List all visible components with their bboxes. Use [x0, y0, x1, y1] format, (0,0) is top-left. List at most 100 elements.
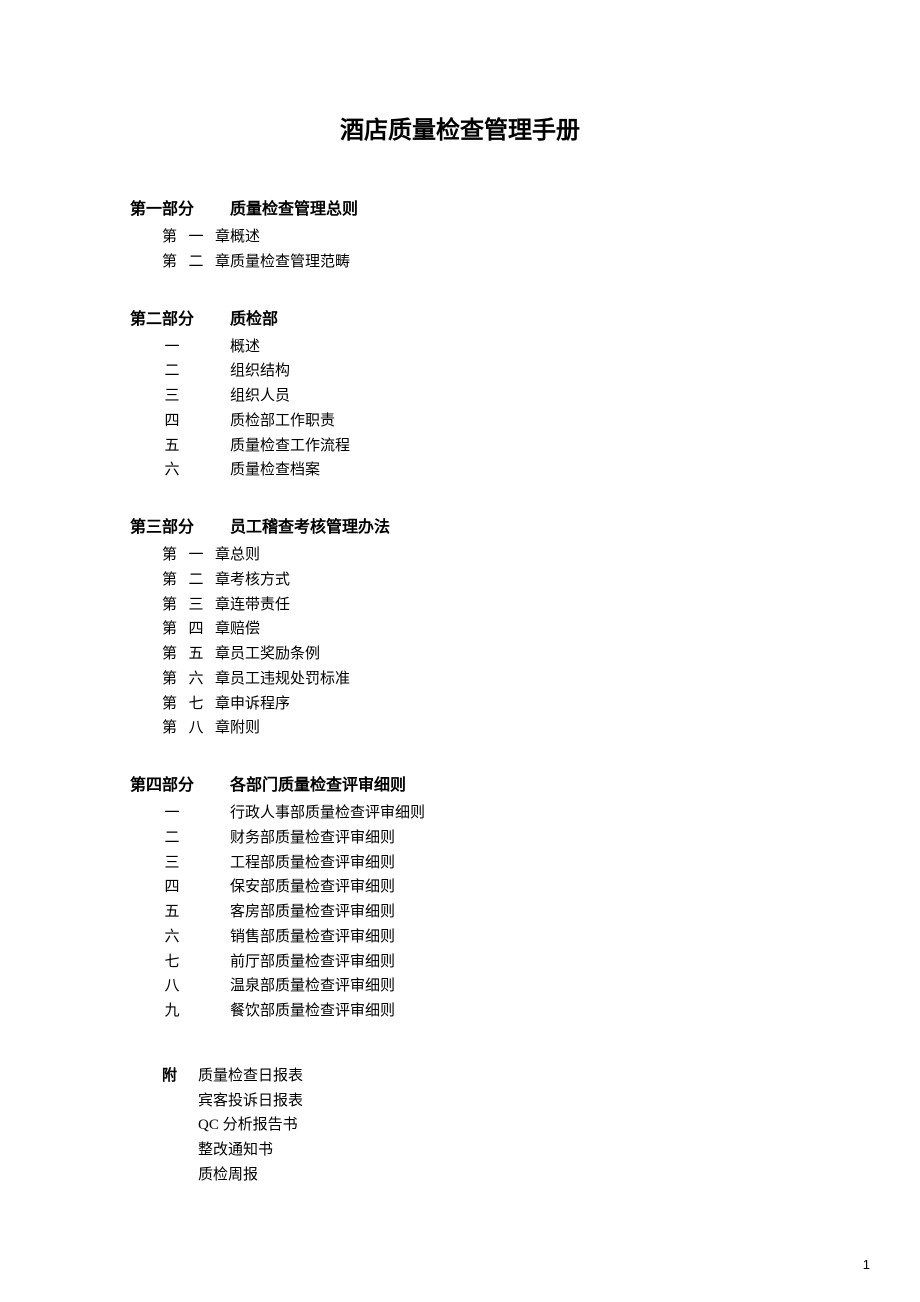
toc-item-label: 四 [162, 409, 182, 434]
toc-item-label: 二 [162, 826, 182, 851]
toc-item: 第一章概述 [130, 225, 790, 250]
toc-item-label: 六 [162, 925, 182, 950]
toc-item-text: 销售部质量检查评审细则 [230, 925, 790, 950]
toc-item-label: 四 [162, 875, 182, 900]
toc-item-text: 质量检查档案 [230, 458, 790, 483]
toc-item-label: 一 [162, 335, 182, 360]
toc-item: 八 温泉部质量检查评审细则 [130, 974, 790, 999]
toc-item: 二 组织结构 [130, 359, 790, 384]
toc-item-text: 前厅部质量检查评审细则 [230, 950, 790, 975]
toc-item: 一 行政人事部质量检查评审细则 [130, 801, 790, 826]
appendix-item: 质检周报 [130, 1163, 790, 1188]
appendix-item: 宾客投诉日报表 [130, 1089, 790, 1114]
toc-item-label: 第六章 [162, 667, 230, 692]
toc-item: 五客房部质量检查评审细则 [130, 900, 790, 925]
toc-item: 六 销售部质量检查评审细则 [130, 925, 790, 950]
toc-item-label: 七 [162, 950, 182, 975]
toc-item-label: 一 [162, 801, 182, 826]
toc-item: 第二章质量检查管理范畴 [130, 250, 790, 275]
toc-item-text: 概述 [230, 335, 790, 360]
toc-item: 五 质量检查工作流程 [130, 434, 790, 459]
toc-item-label: 第一章 [162, 225, 230, 250]
toc-item: 第八章附则 [130, 716, 790, 741]
appendix-item: 附质量检查日报表 [130, 1064, 790, 1089]
toc-item-text: 质量检查工作流程 [230, 434, 790, 459]
toc-item: 四 质检部工作职责 [130, 409, 790, 434]
section-label: 第一部分 [130, 195, 230, 219]
section-label: 第三部分 [130, 513, 230, 537]
toc-item-text: 赔偿 [230, 617, 790, 642]
toc-item-text: 概述 [230, 225, 790, 250]
appendix-item: QC 分析报告书 [130, 1113, 790, 1138]
toc-item: 第二章考核方式 [130, 568, 790, 593]
toc-item-text: 客房部质量检查评审细则 [230, 900, 790, 925]
toc-item-text: 保安部质量检查评审细则 [230, 875, 790, 900]
toc-item-label: 第一章 [162, 543, 230, 568]
section-header: 第一部分质量检查管理总则 [130, 195, 790, 219]
toc-item-text: 申诉程序 [230, 692, 790, 717]
toc-item: 二 财务部质量检查评审细则 [130, 826, 790, 851]
toc-item-text: 质量检查管理范畴 [230, 250, 790, 275]
toc-item: 七 前厅部质量检查评审细则 [130, 950, 790, 975]
toc-item: 第五章员工奖励条例 [130, 642, 790, 667]
toc-item-label: 五 [162, 434, 182, 459]
toc-item-text: 行政人事部质量检查评审细则 [230, 801, 790, 826]
section-header: 第三部分员工稽查考核管理办法 [130, 513, 790, 537]
toc-item-text: 员工违规处罚标准 [230, 667, 790, 692]
toc-item-label: 第二章 [162, 568, 230, 593]
toc-item-label: 八 [162, 974, 182, 999]
toc-item-text: 员工奖励条例 [230, 642, 790, 667]
toc-item: 第一章总则 [130, 543, 790, 568]
toc-section: 第四部分各部门质量检查评审细则一 行政人事部质量检查评审细则二 财务部质量检查评审细… [130, 771, 790, 1024]
toc-item-text: 质检部工作职责 [230, 409, 790, 434]
toc-item-label: 三 [162, 851, 182, 876]
toc-item: 第七章申诉程序 [130, 692, 790, 717]
appendix-label: 附 [162, 1064, 198, 1089]
section-header: 第四部分各部门质量检查评审细则 [130, 771, 790, 795]
toc-item-text: 温泉部质量检查评审细则 [230, 974, 790, 999]
toc-section: 第二部分质检部一 概述二 组织结构三 组织人员四 质检部工作职责五 质量检查工作流程六 质量… [130, 305, 790, 484]
toc-item: 一 概述 [130, 335, 790, 360]
appendix-item-text: 质量检查日报表 [198, 1064, 790, 1089]
toc-item: 六 质量检查档案 [130, 458, 790, 483]
section-title: 质量检查管理总则 [230, 195, 358, 219]
section-title: 各部门质量检查评审细则 [230, 771, 406, 795]
toc-item-label: 第四章 [162, 617, 230, 642]
document-title: 酒店质量检查管理手册 [130, 110, 790, 145]
toc-item-label: 第七章 [162, 692, 230, 717]
section-label: 第二部分 [130, 305, 230, 329]
appendix-section: 附质量检查日报表宾客投诉日报表QC 分析报告书整改通知书质检周报 [130, 1064, 790, 1188]
toc-section: 第一部分质量检查管理总则第一章概述第二章质量检查管理范畴 [130, 195, 790, 275]
toc-item-label: 二 [162, 359, 182, 384]
toc-item: 第三章连带责任 [130, 593, 790, 618]
table-of-contents: 第一部分质量检查管理总则第一章概述第二章质量检查管理范畴第二部分质检部一概述二组… [130, 195, 790, 1024]
toc-item-label: 第五章 [162, 642, 230, 667]
toc-section: 第三部分员工稽查考核管理办法第一章总则第二章考核方式第三章连带责任第四章赔偿第五… [130, 513, 790, 741]
toc-item-label: 九 [162, 999, 182, 1024]
toc-item: 第四章赔偿 [130, 617, 790, 642]
toc-item-label: 第三章 [162, 593, 230, 618]
toc-item: 三 组织人员 [130, 384, 790, 409]
toc-item-label: 三 [162, 384, 182, 409]
toc-item-text: 附则 [230, 716, 790, 741]
toc-item-text: 餐饮部质量检查评审细则 [230, 999, 790, 1024]
toc-item: 三工程部质量检查评审细则 [130, 851, 790, 876]
appendix-item-text: QC 分析报告书 [198, 1113, 790, 1138]
toc-item-label: 第八章 [162, 716, 230, 741]
section-label: 第四部分 [130, 771, 230, 795]
toc-item-text: 连带责任 [230, 593, 790, 618]
toc-item-text: 财务部质量检查评审细则 [230, 826, 790, 851]
toc-item-text: 组织人员 [230, 384, 790, 409]
toc-item-label: 六 [162, 458, 182, 483]
toc-item-text: 总则 [230, 543, 790, 568]
section-title: 员工稽查考核管理办法 [230, 513, 390, 537]
toc-item-text: 组织结构 [230, 359, 790, 384]
toc-item-text: 考核方式 [230, 568, 790, 593]
page-number: 1 [863, 1257, 870, 1272]
appendix-item: 整改通知书 [130, 1138, 790, 1163]
appendix-item-text: 宾客投诉日报表 [198, 1089, 790, 1114]
toc-item-label: 第二章 [162, 250, 230, 275]
toc-item: 第六章员工违规处罚标准 [130, 667, 790, 692]
appendix-item-text: 整改通知书 [198, 1138, 790, 1163]
section-header: 第二部分质检部 [130, 305, 790, 329]
